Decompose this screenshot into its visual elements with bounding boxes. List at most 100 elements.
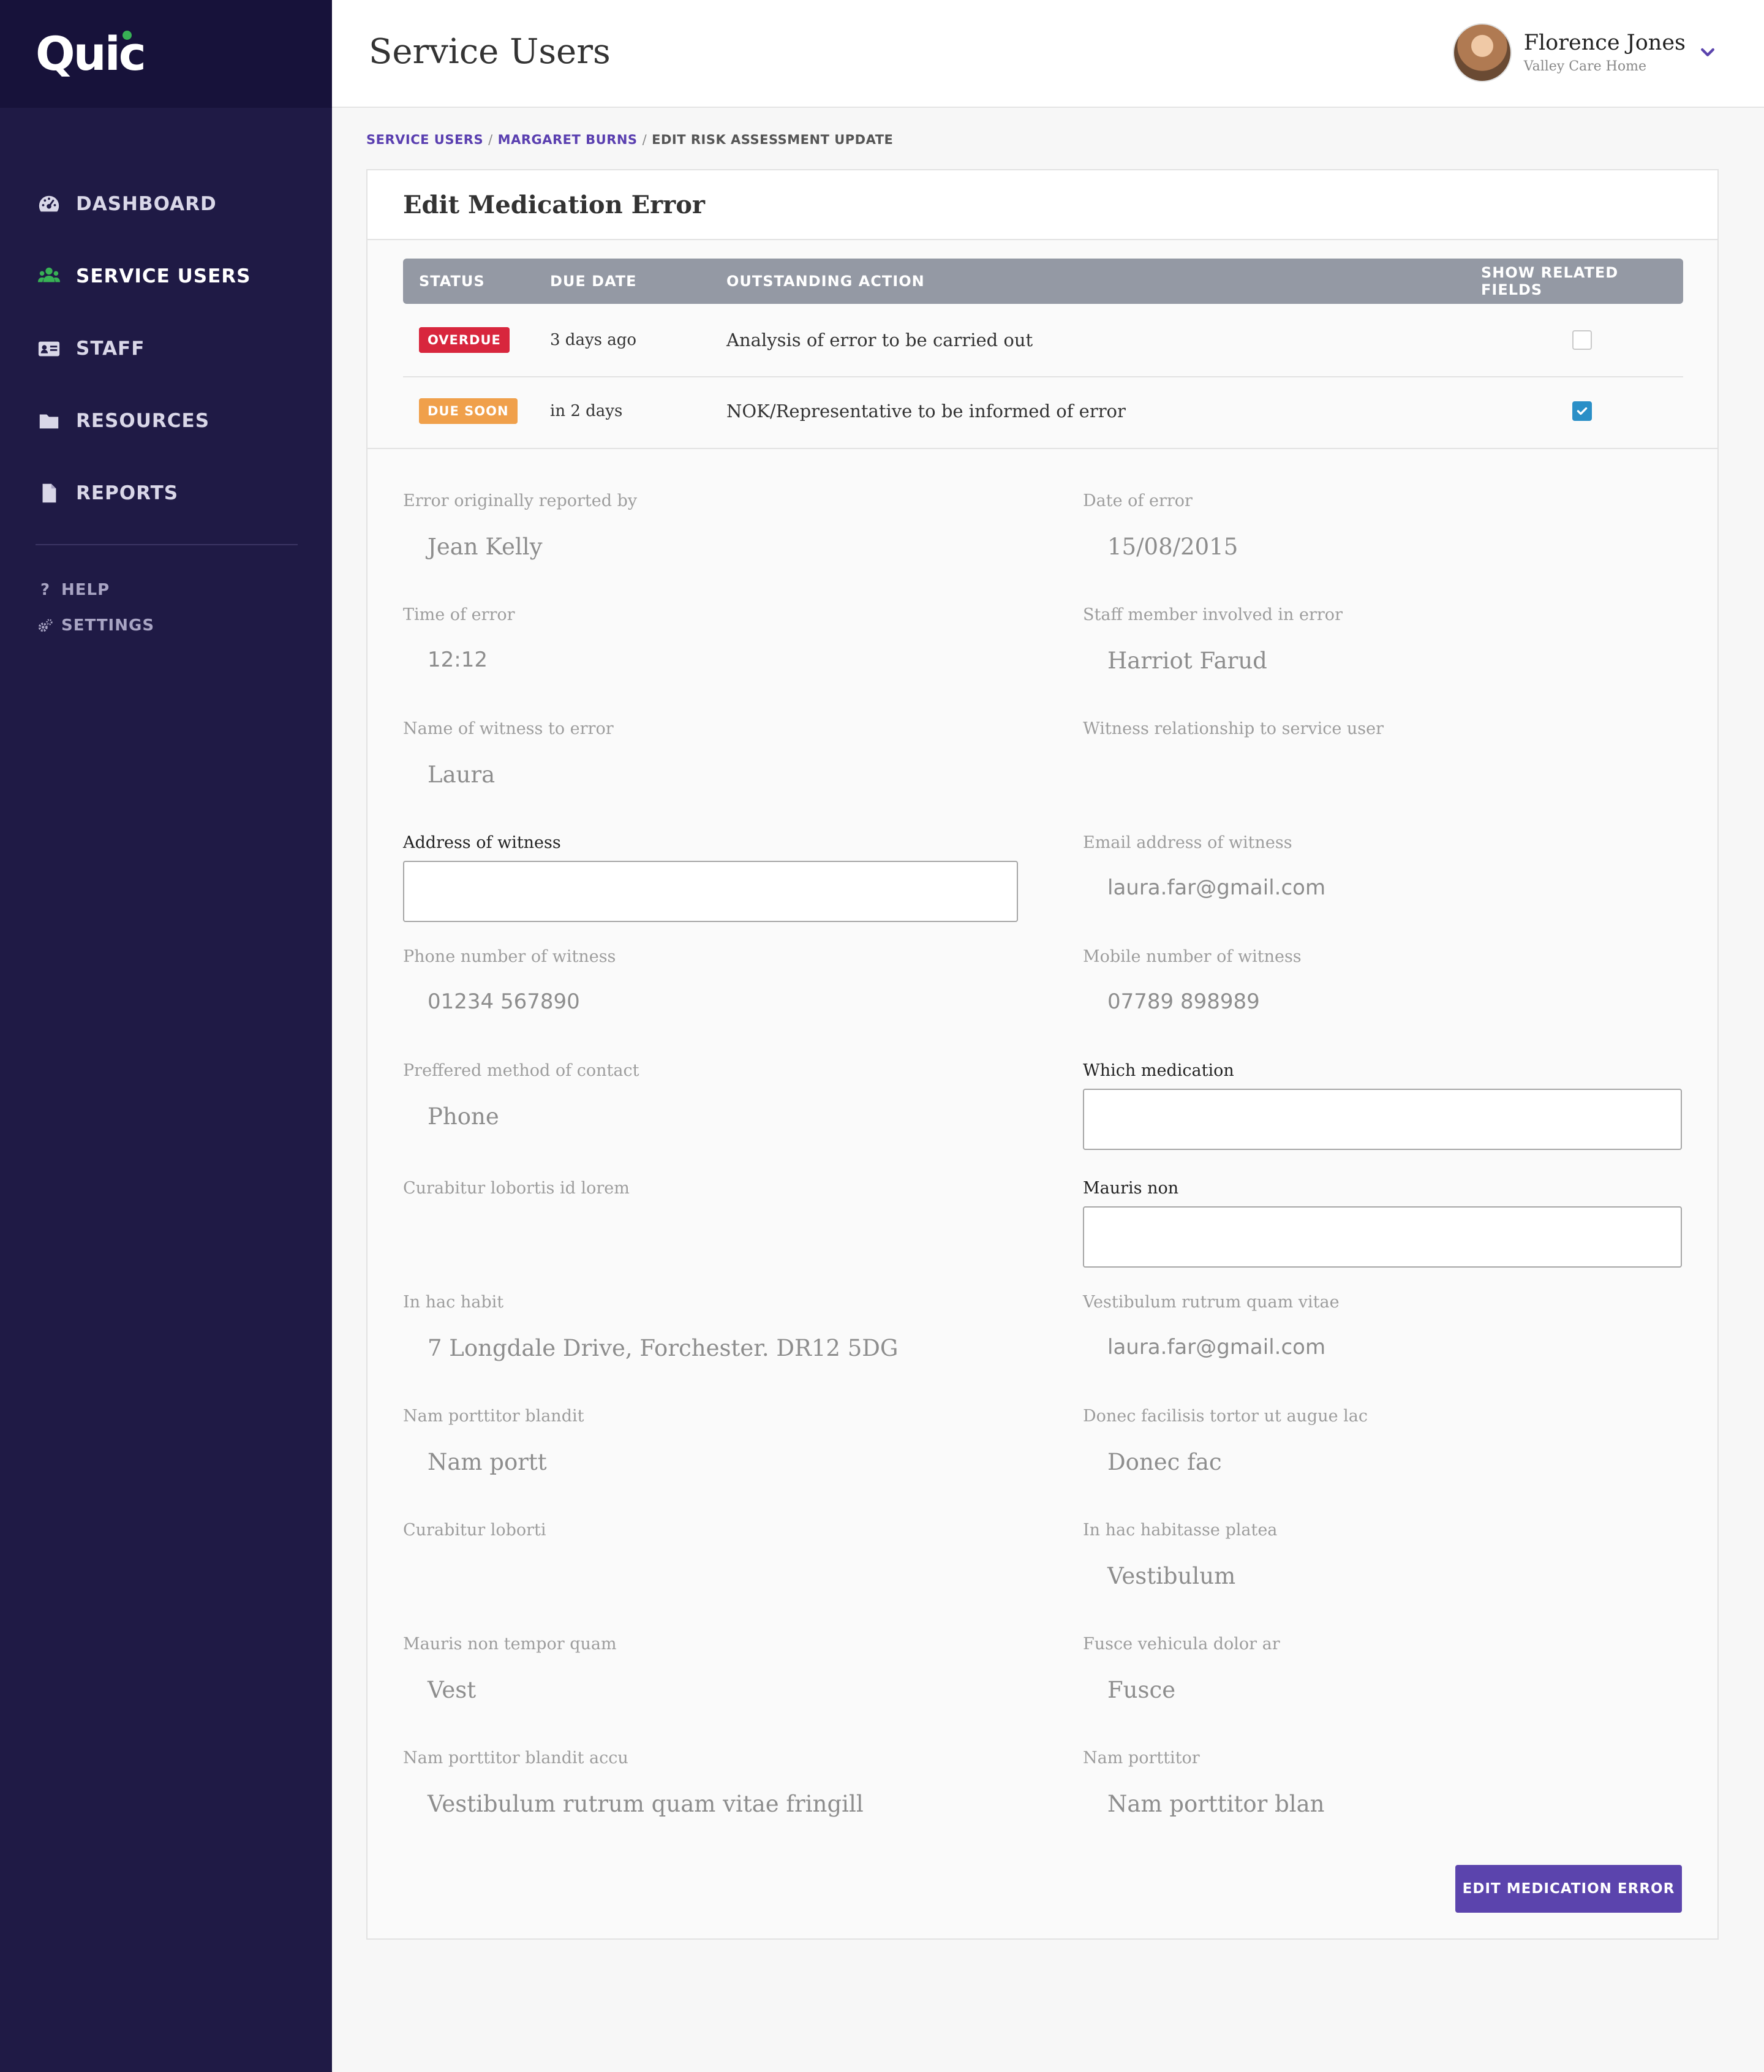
card-title: Edit Medication Error bbox=[403, 190, 705, 219]
field-value: 01234 567890 bbox=[428, 989, 580, 1014]
mauris-non-input[interactable] bbox=[1083, 1206, 1682, 1268]
dashboard-icon bbox=[37, 192, 61, 216]
sidebar-item-service-users[interactable]: SERVICE USERS bbox=[0, 240, 332, 312]
field-label: Staff member involved in error bbox=[1083, 605, 1343, 624]
field-value: laura.far@gmail.com bbox=[1107, 1335, 1326, 1359]
column-header-outstanding-action: OUTSTANDING ACTION bbox=[726, 273, 925, 290]
field-label: Nam porttitor blandit bbox=[403, 1407, 584, 1426]
outstanding-actions-table: STATUS DUE DATE OUTSTANDING ACTION SHOW … bbox=[403, 259, 1683, 445]
edit-medication-error-button[interactable]: EDIT MEDICATION ERROR bbox=[1455, 1865, 1682, 1913]
sidebar-item-label: DASHBOARD bbox=[76, 193, 217, 215]
breadcrumb-separator: / bbox=[488, 132, 493, 147]
field-time-of-error: Time of error 12:12 bbox=[403, 605, 1018, 672]
secondary-nav: ? HELP SETTINGS bbox=[0, 572, 332, 643]
avatar bbox=[1452, 23, 1512, 82]
field-reported-by: Error originally reported by Jean Kelly bbox=[403, 491, 1018, 560]
field-label: Name of witness to error bbox=[403, 719, 614, 738]
field-label: Email address of witness bbox=[1083, 833, 1292, 852]
users-icon bbox=[37, 264, 61, 289]
field-staff-member: Staff member involved in error Harriot F… bbox=[1083, 605, 1682, 674]
breadcrumb-current: EDIT RISK ASSESSMENT UPDATE bbox=[652, 132, 894, 147]
due-date-cell: in 2 days bbox=[550, 402, 623, 420]
field-witness-email: Email address of witness laura.far@gmail… bbox=[1083, 833, 1682, 900]
field-label: Preffered method of contact bbox=[403, 1061, 639, 1080]
witness-address-input[interactable] bbox=[403, 861, 1018, 922]
field-witness-relationship: Witness relationship to service user bbox=[1083, 719, 1682, 762]
field-in-hac-habitasse: In hac habitasse platea Vestibulum bbox=[1083, 1521, 1682, 1589]
field-label: Mobile number of witness bbox=[1083, 947, 1302, 966]
field-label: Phone number of witness bbox=[403, 947, 616, 966]
field-label: In hac habitasse platea bbox=[1083, 1521, 1278, 1540]
show-related-checkbox[interactable] bbox=[1572, 401, 1592, 421]
sidebar-item-settings[interactable]: SETTINGS bbox=[0, 608, 332, 643]
sidebar-item-label: SETTINGS bbox=[61, 616, 155, 635]
field-label: Fusce vehicula dolor ar bbox=[1083, 1635, 1280, 1654]
id-card-icon bbox=[37, 336, 61, 361]
sidebar-item-resources[interactable]: RESOURCES bbox=[0, 385, 332, 457]
field-label: Time of error bbox=[403, 605, 515, 624]
card-header: Edit Medication Error bbox=[368, 170, 1717, 240]
sidebar-divider bbox=[36, 544, 298, 545]
status-badge: DUE SOON bbox=[419, 398, 518, 424]
breadcrumb: SERVICE USERS / MARGARET BURNS / EDIT RISK A… bbox=[366, 132, 893, 147]
field-value: Vestibulum bbox=[1107, 1563, 1236, 1589]
sidebar-item-label: HELP bbox=[61, 581, 110, 599]
field-witness-phone: Phone number of witness 01234 567890 bbox=[403, 947, 1018, 1014]
user-info: Florence Jones Valley Care Home bbox=[1524, 31, 1686, 74]
main-nav: DASHBOARD SERVICE USERS STAFF RESOURCES … bbox=[0, 108, 332, 529]
field-value: laura.far@gmail.com bbox=[1107, 875, 1326, 900]
sidebar-item-reports[interactable]: REPORTS bbox=[0, 457, 332, 529]
field-value: 07789 898989 bbox=[1107, 989, 1260, 1014]
gears-icon bbox=[37, 618, 54, 633]
field-nam-porttitor-blandit: Nam porttitor blandit Nam portt bbox=[403, 1407, 1018, 1475]
outstanding-action-cell: NOK/Representative to be informed of err… bbox=[726, 401, 1126, 422]
field-label: In hac habit bbox=[403, 1293, 504, 1312]
sidebar-item-dashboard[interactable]: DASHBOARD bbox=[0, 168, 332, 240]
user-name: Florence Jones bbox=[1523, 31, 1686, 56]
sidebar-item-staff[interactable]: STAFF bbox=[0, 312, 332, 385]
field-value: Vest bbox=[428, 1677, 477, 1703]
sidebar-item-help[interactable]: ? HELP bbox=[0, 572, 332, 608]
status-cell: DUE SOON bbox=[403, 398, 550, 424]
breadcrumb-margaret-burns[interactable]: MARGARET BURNS bbox=[498, 132, 638, 147]
status-badge: OVERDUE bbox=[419, 327, 510, 353]
edit-medication-error-card: Edit Medication Error STATUS DUE DATE OU… bbox=[366, 169, 1719, 1940]
status-cell: OVERDUE bbox=[403, 327, 550, 353]
top-header: Service Users Florence Jones Valley Care… bbox=[332, 0, 1764, 108]
field-label: Donec facilisis tortor ut augue lac bbox=[1083, 1407, 1368, 1426]
field-value: 7 Longdale Drive, Forchester. DR12 5DG bbox=[428, 1335, 899, 1361]
user-menu[interactable]: Florence Jones Valley Care Home bbox=[1452, 22, 1686, 83]
chevron-down-icon[interactable] bbox=[1695, 40, 1720, 65]
question-icon: ? bbox=[40, 581, 51, 599]
column-header-status: STATUS bbox=[419, 273, 485, 290]
field-label: Witness relationship to service user bbox=[1083, 719, 1384, 738]
field-mauris-tempor: Mauris non tempor quam Vest bbox=[403, 1635, 1018, 1703]
logo-dot bbox=[122, 31, 132, 40]
field-value: 15/08/2015 bbox=[1107, 534, 1238, 560]
show-related-checkbox[interactable] bbox=[1572, 330, 1592, 350]
sidebar-item-label: SERVICE USERS bbox=[76, 265, 251, 287]
field-witness-address: Address of witness bbox=[403, 833, 1018, 922]
field-label: Curabitur lobortis id lorem bbox=[403, 1179, 630, 1198]
sidebar-item-label: RESOURCES bbox=[76, 410, 210, 432]
field-preferred-contact: Preffered method of contact Phone bbox=[403, 1061, 1018, 1130]
field-nam-blandit-accu: Nam porttitor blandit accu Vestibulum ru… bbox=[403, 1749, 1018, 1817]
field-which-medication: Which medication bbox=[1083, 1061, 1682, 1150]
breadcrumb-separator: / bbox=[642, 132, 647, 147]
outstanding-action-cell: Analysis of error to be carried out bbox=[726, 330, 1033, 350]
which-medication-input[interactable] bbox=[1083, 1089, 1682, 1150]
sidebar-item-label: STAFF bbox=[76, 338, 145, 360]
field-value: Vestibulum rutrum quam vitae fringill bbox=[428, 1791, 864, 1817]
field-label: Vestibulum rutrum quam vitae bbox=[1083, 1293, 1340, 1312]
field-label: Which medication bbox=[1083, 1061, 1234, 1080]
field-label: Nam porttitor blandit accu bbox=[403, 1749, 628, 1768]
table-header: STATUS DUE DATE OUTSTANDING ACTION SHOW … bbox=[403, 259, 1683, 304]
app-logo[interactable]: Quic bbox=[36, 31, 146, 77]
field-label: Date of error bbox=[1083, 491, 1193, 510]
breadcrumb-service-users[interactable]: SERVICE USERS bbox=[366, 132, 483, 147]
field-donec-facilisis: Donec facilisis tortor ut augue lac Done… bbox=[1083, 1407, 1682, 1475]
field-vestibulum-rutrum: Vestibulum rutrum quam vitae laura.far@g… bbox=[1083, 1293, 1682, 1359]
field-label: Address of witness bbox=[403, 833, 561, 852]
field-in-hac-habit: In hac habit 7 Longdale Drive, Forcheste… bbox=[403, 1293, 1018, 1361]
field-label: Mauris non tempor quam bbox=[403, 1635, 617, 1654]
